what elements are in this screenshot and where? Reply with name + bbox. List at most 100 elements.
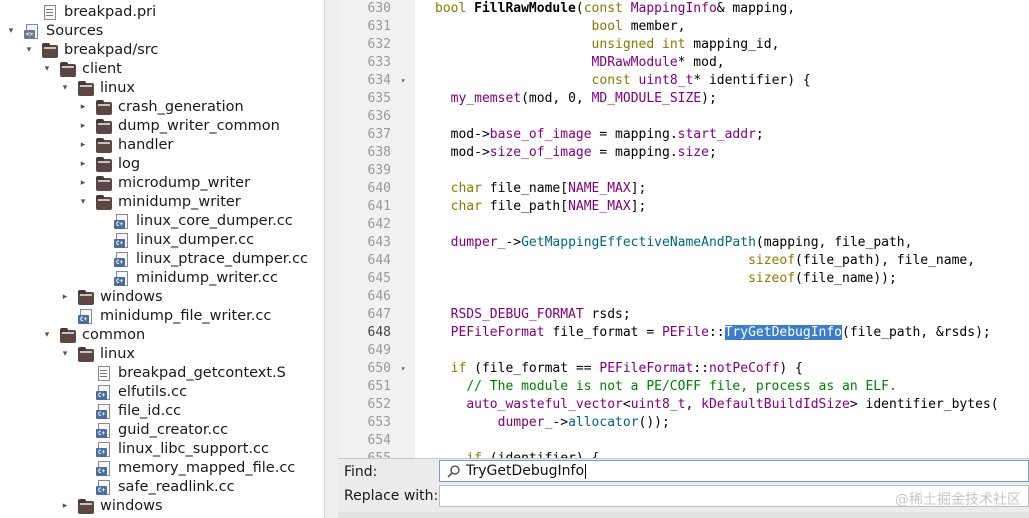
tree-item[interactable]: C+ linux_dumper.cc [0, 231, 324, 250]
code-token: file_path[ [489, 199, 569, 214]
tree-item[interactable]: ▸ microdump_writer [0, 174, 324, 193]
folder-icon [78, 347, 94, 362]
tree-item[interactable]: ▾ breakpad/src [0, 41, 324, 60]
code-line[interactable]: 636 [338, 108, 1029, 126]
tree-item[interactable]: ▾ linux [0, 79, 324, 98]
file-icon [42, 5, 58, 20]
code-token: ]; [630, 199, 647, 214]
tree-item[interactable]: ▸ windows [0, 288, 324, 307]
project-tree[interactable]: breakpad.pri ▾ <> Sources ▾ breakpad/src ▾ clie… [0, 0, 324, 518]
tree-item[interactable]: ▸ windows [0, 497, 324, 516]
chevron-right-icon[interactable]: ▸ [78, 155, 88, 174]
code-line[interactable]: 646 [338, 288, 1029, 306]
cpp-file-icon: C+ [96, 404, 112, 419]
code-line[interactable]: 652 auto_wasteful_vector<uint8_t, kDefau… [338, 396, 1029, 414]
tree-item[interactable]: ▸ handler [0, 136, 324, 155]
code-line[interactable]: 635 my_memset(mod, 0, MD_MODULE_SIZE); [338, 90, 1029, 108]
code-line[interactable]: 632 unsigned int mapping_id, [338, 36, 1029, 54]
code-token: file_format = [544, 325, 662, 340]
chevron-down-icon[interactable]: ▾ [60, 345, 70, 364]
tree-item[interactable]: C+ minidump_writer.cc [0, 269, 324, 288]
code-line[interactable]: 648 PEFileFormat file_format = PEFile::T… [338, 324, 1029, 342]
code-text: unsigned int mapping_id, [435, 36, 780, 54]
tree-item[interactable]: C+ guid_creator.cc [0, 421, 324, 440]
code-line[interactable]: 642 [338, 216, 1029, 234]
line-number: 638 [367, 145, 391, 160]
watermark: @稀土掘金技术社区 [895, 492, 1021, 508]
tree-item[interactable]: ▾ client [0, 60, 324, 79]
code-line[interactable]: 631 bool member, [338, 18, 1029, 36]
code-token: ) { [779, 361, 803, 376]
code-line[interactable]: 655 if (identifier) { [338, 450, 1029, 458]
code-token: auto_wasteful_vector [466, 397, 623, 412]
line-number: 654 [367, 433, 391, 448]
code-text: auto_wasteful_vector<uint8_t, kDefaultBu… [435, 396, 998, 414]
code-token: ( [575, 1, 584, 16]
code-token: char [450, 181, 490, 196]
cpp-file-icon: C+ [114, 252, 130, 267]
tree-item-label: common [82, 327, 146, 343]
tree-item[interactable]: ▾ <> Sources [0, 22, 324, 41]
tree-item[interactable]: breakpad.pri [0, 3, 324, 22]
code-line[interactable]: 653 dumper_->allocator()); [338, 414, 1029, 432]
chevron-right-icon[interactable]: ▸ [78, 136, 88, 155]
code-token: GetMappingEffectiveNameAndPath [521, 235, 756, 250]
tree-item[interactable]: ▾ minidump_writer [0, 193, 324, 212]
code-token: PEFileFormat [599, 361, 694, 376]
code-line[interactable]: 650 ▾ if (file_format == PEFileFormat::no… [338, 360, 1029, 378]
chevron-right-icon[interactable]: ▸ [78, 98, 88, 117]
fold-marker-icon[interactable]: ▾ [398, 360, 408, 378]
tree-item[interactable]: ▸ dump_writer_common [0, 117, 324, 136]
code-token: * identifier) { [693, 73, 811, 88]
tree-item[interactable]: C+ safe_readlink.cc [0, 478, 324, 497]
tree-item[interactable]: C+ elfutils.cc [0, 383, 324, 402]
tree-item[interactable]: breakpad_getcontext.S [0, 364, 324, 383]
chevron-down-icon[interactable]: ▾ [78, 193, 88, 212]
code-token: kDefaultBuildIdSize [701, 397, 850, 412]
code-line[interactable]: 639 [338, 162, 1029, 180]
folder-icon [96, 119, 112, 134]
code-line[interactable]: 641 char file_path[NAME_MAX]; [338, 198, 1029, 216]
fold-marker-icon[interactable]: ▾ [398, 72, 408, 90]
chevron-right-icon[interactable]: ▸ [78, 117, 88, 136]
tree-item[interactable]: C+ file_id.cc [0, 402, 324, 421]
tree-item-label: minidump_writer.cc [136, 270, 278, 286]
tree-item[interactable]: ▸ crash_generation [0, 98, 324, 117]
code-line[interactable]: 640 char file_name[NAME_MAX]; [338, 180, 1029, 198]
code-line[interactable]: 638 mod->size_of_image = mapping.size; [338, 144, 1029, 162]
tree-item[interactable]: C+ linux_core_dumper.cc [0, 212, 324, 231]
code-line[interactable]: 649 [338, 342, 1029, 360]
chevron-right-icon[interactable]: ▸ [78, 174, 88, 193]
code-line[interactable]: 637 mod->base_of_image = mapping.start_a… [338, 126, 1029, 144]
code-line[interactable]: 643 dumper_->GetMappingEffectiveNameAndP… [338, 234, 1029, 252]
tree-item[interactable]: C+ linux_ptrace_dumper.cc [0, 250, 324, 269]
code-line[interactable]: 654 [338, 432, 1029, 450]
code-text: dumper_->allocator()); [435, 414, 670, 432]
chevron-right-icon[interactable]: ▸ [60, 288, 70, 307]
tree-item[interactable]: ▾ common [0, 326, 324, 345]
tree-item[interactable]: C+ memory_mapped_file.cc [0, 459, 324, 478]
code-line[interactable]: 644 sizeof(file_path), file_name, [338, 252, 1029, 270]
code-line[interactable]: 630 bool FillRawModule(const MappingInfo&… [338, 0, 1029, 18]
tree-item[interactable]: C+ minidump_file_writer.cc [0, 307, 324, 326]
chevron-down-icon[interactable]: ▾ [42, 326, 52, 345]
code-line[interactable]: 633 MDRawModule* mod, [338, 54, 1029, 72]
tree-item[interactable]: C+ linux_libc_support.cc [0, 440, 324, 459]
chevron-down-icon[interactable]: ▾ [6, 22, 16, 41]
code-line[interactable]: 651 // The module is not a PE/COFF file,… [338, 378, 1029, 396]
code-token: PEFileFormat [450, 325, 545, 340]
code-token: unsigned int [591, 37, 694, 52]
code-line[interactable]: 634 ▾ const uint8_t* identifier) { [338, 72, 1029, 90]
pane-splitter[interactable] [324, 0, 338, 518]
chevron-down-icon[interactable]: ▾ [60, 79, 70, 98]
chevron-down-icon[interactable]: ▾ [42, 60, 52, 79]
tree-item[interactable]: ▾ linux [0, 345, 324, 364]
find-input[interactable]: TryGetDebugInfo [439, 460, 1029, 482]
code-line[interactable]: 645 sizeof(file_name)); [338, 270, 1029, 288]
chevron-down-icon[interactable]: ▾ [24, 41, 34, 60]
tree-item[interactable]: ▸ log [0, 155, 324, 174]
code-line[interactable]: 647 RSDS_DEBUG_FORMAT rsds; [338, 306, 1029, 324]
code-editor[interactable]: 630 bool FillRawModule(const MappingInfo&… [338, 0, 1029, 458]
chevron-right-icon[interactable]: ▸ [60, 497, 70, 516]
code-token: PEFile [661, 325, 709, 340]
